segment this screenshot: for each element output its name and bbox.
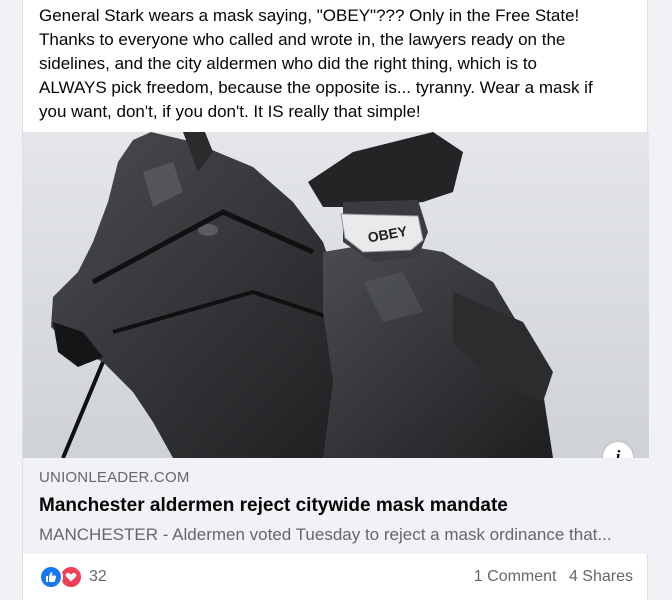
post-card: General Stark wears a mask saying, "OBEY… — [22, 0, 649, 600]
reaction-count: 32 — [89, 568, 107, 585]
post-text-line: General Stark wears a mask saying, "OBEY… — [39, 6, 580, 25]
comments-count[interactable]: 1 Comment — [474, 568, 557, 585]
post-footer: 32 1 Comment 4 Shares — [23, 554, 649, 600]
shares-count[interactable]: 4 Shares — [569, 568, 633, 585]
link-preview[interactable]: UNIONLEADER.COM Manchester aldermen reje… — [23, 458, 649, 554]
post-text-line: sidelines, and the city aldermen who did… — [39, 54, 537, 73]
like-icon — [39, 565, 63, 589]
link-description: MANCHESTER - Aldermen voted Tuesday to r… — [39, 525, 612, 544]
link-domain: UNIONLEADER.COM — [39, 469, 190, 486]
post-text-line: Thanks to everyone who called and wrote … — [39, 30, 566, 49]
reactions-summary[interactable]: 32 — [39, 565, 107, 589]
post-text: General Stark wears a mask saying, "OBEY… — [23, 0, 647, 124]
post-text-line: you want, don't, if you don't. It IS rea… — [39, 102, 421, 121]
link-title[interactable]: Manchester aldermen reject citywide mask… — [39, 493, 633, 519]
statue-photo: OBEY — [23, 132, 649, 458]
engagement-counts: 1 Comment 4 Shares — [466, 568, 633, 586]
page-edge — [648, 0, 672, 14]
reaction-icons — [39, 565, 83, 589]
link-image[interactable]: OBEY — [23, 132, 649, 458]
post-text-line: ALWAYS pick freedom, because the opposit… — [39, 78, 593, 97]
